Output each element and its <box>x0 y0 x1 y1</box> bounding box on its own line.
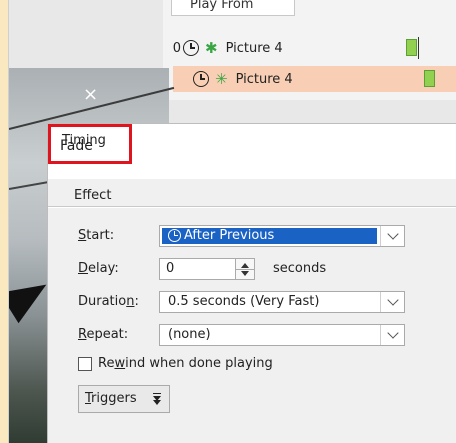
clock-icon <box>183 40 199 56</box>
delay-label: Delay: <box>78 261 119 276</box>
delay-spinner[interactable] <box>235 258 255 280</box>
start-dropdown-button[interactable] <box>380 226 404 246</box>
repeat-dropdown-button[interactable] <box>380 325 404 345</box>
fade-effect-icon: ✳ <box>215 69 228 88</box>
duration-dropdown-button[interactable] <box>380 292 404 312</box>
timing-panel: Start: After Previous Delay: 0 seconds D… <box>48 208 456 443</box>
animation-item-selected[interactable]: ✳ Picture 4 <box>173 66 456 92</box>
spin-down-icon[interactable] <box>241 271 249 276</box>
fade-dialog: Fade Effect Timing Start: After Previous… <box>47 123 456 443</box>
play-from-button[interactable]: Play From <box>171 0 295 16</box>
duration-select[interactable]: 0.5 seconds (Very Fast) <box>159 291 405 313</box>
animation-item[interactable]: 0 ✱ Picture 4 <box>163 35 456 61</box>
tab-effect[interactable]: Effect <box>68 186 117 208</box>
triggers-button[interactable]: Triggers <box>78 385 170 413</box>
clock-icon <box>168 229 181 242</box>
animation-item-label: Picture 4 <box>225 40 283 56</box>
repeat-select[interactable]: (none) <box>159 324 405 346</box>
chevron-down-icon <box>386 327 399 339</box>
rewind-label: Rewind when done playing <box>98 356 273 371</box>
play-from-label: Play From <box>190 0 254 12</box>
fade-effect-icon: ✱ <box>205 38 218 57</box>
start-label: Start: <box>78 228 115 243</box>
delay-unit: seconds <box>273 261 327 276</box>
expand-icon <box>153 393 161 395</box>
spin-up-icon[interactable] <box>241 263 249 268</box>
clock-icon <box>193 71 209 87</box>
dialog-title: Fade <box>60 138 93 154</box>
animation-pane: Play From 0 ✱ Picture 4 ✳ Picture 4 <box>163 0 456 100</box>
repeat-label: Repeat: <box>78 327 129 342</box>
duration-label: Duration: <box>78 294 139 309</box>
chevron-down-icon <box>386 294 399 306</box>
animation-item-number: 0 <box>172 40 181 56</box>
app-window: Play From 0 ✱ Picture 4 ✳ Picture 4 × Fa… <box>8 0 456 443</box>
animation-item-label: Picture 4 <box>235 71 293 87</box>
timeline-bar[interactable] <box>406 39 417 56</box>
close-icon[interactable]: × <box>83 84 98 105</box>
chevron-down-icon <box>386 228 399 240</box>
rewind-checkbox[interactable] <box>78 357 92 371</box>
timeline-marker <box>418 37 419 59</box>
start-select[interactable]: After Previous <box>159 225 405 247</box>
start-selected-value: After Previous <box>162 228 377 244</box>
timeline-bar[interactable] <box>424 70 435 87</box>
